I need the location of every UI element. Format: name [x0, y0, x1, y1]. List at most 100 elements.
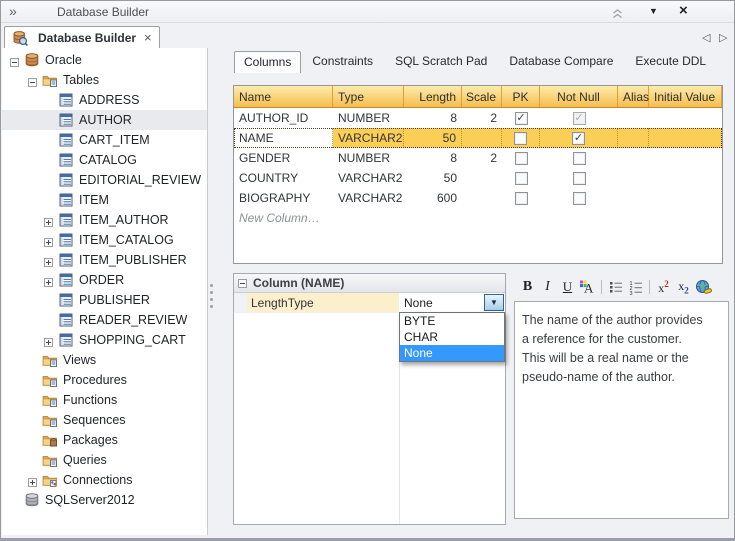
cell-name[interactable]: COUNTRY — [234, 168, 333, 188]
tab-close-icon[interactable]: × — [144, 30, 152, 45]
column-header-length[interactable]: Length — [404, 86, 462, 107]
tab-scroll-right-icon[interactable]: ▷ — [719, 31, 727, 44]
tree-item-tables[interactable]: Tables — [2, 70, 207, 90]
pk-checkbox[interactable] — [515, 192, 528, 205]
table-row-country[interactable]: COUNTRYVARCHAR250 — [234, 168, 722, 188]
close-icon[interactable]: × — [679, 2, 688, 19]
tree-item-shopping-cart[interactable]: SHOPPING_CART — [2, 330, 207, 350]
tab-database-builder[interactable]: Database Builder × — [4, 26, 160, 48]
tree-item-queries[interactable]: Queries — [2, 450, 207, 470]
plus-expander-icon[interactable] — [44, 236, 53, 245]
cell-initial-value[interactable] — [649, 168, 722, 188]
pk-checkbox[interactable]: ✓ — [515, 112, 528, 125]
cell-alias[interactable] — [618, 128, 649, 148]
tab-scroll-left-icon[interactable]: ◁ — [702, 31, 710, 44]
tree-item-catalog[interactable]: CATALOG — [2, 150, 207, 170]
font-color-icon[interactable]: A — [578, 278, 597, 297]
new-column-label[interactable]: New Column… — [234, 208, 434, 228]
subscript-icon[interactable]: x2 — [674, 278, 693, 297]
tree-item-order[interactable]: ORDER — [2, 270, 207, 290]
cell-scale[interactable]: 2 — [462, 108, 502, 128]
plus-expander-icon[interactable] — [44, 216, 53, 225]
cell-name[interactable]: BIOGRAPHY — [234, 188, 333, 208]
tab-columns[interactable]: Columns — [234, 51, 301, 73]
hyperlink-icon[interactable] — [694, 278, 713, 297]
cell-length[interactable]: 600 — [404, 188, 462, 208]
cell-pk[interactable] — [502, 128, 540, 148]
cell-pk[interactable] — [502, 148, 540, 168]
pane-splitter[interactable] — [210, 284, 213, 312]
cell-not-null[interactable] — [540, 168, 618, 188]
tree-item-author[interactable]: AUTHOR — [2, 110, 207, 130]
dropdown-option-byte[interactable]: BYTE — [400, 313, 504, 329]
cell-not-null[interactable]: ✓ — [540, 108, 618, 128]
column-header-initial-value[interactable]: Initial Value — [649, 86, 722, 107]
plus-expander-icon[interactable] — [44, 256, 53, 265]
tree-item-functions[interactable]: Functions — [2, 390, 207, 410]
tab-sql-scratch-pad[interactable]: SQL Scratch Pad — [384, 51, 498, 73]
cell-length[interactable]: 8 — [404, 108, 462, 128]
property-group-header[interactable]: Column (NAME) — [234, 274, 505, 293]
cell-type[interactable]: VARCHAR2 — [333, 128, 404, 148]
cell-initial-value[interactable] — [649, 108, 722, 128]
pk-checkbox[interactable] — [514, 132, 527, 145]
cell-scale[interactable]: 2 — [462, 148, 502, 168]
minus-expander-icon[interactable] — [10, 56, 19, 65]
plus-expander-icon[interactable] — [28, 476, 37, 485]
cell-scale[interactable] — [462, 168, 502, 188]
cell-initial-value[interactable] — [649, 128, 722, 148]
cell-name[interactable]: AUTHOR_ID — [234, 108, 333, 128]
cell-length[interactable]: 8 — [404, 148, 462, 168]
tree-item-publisher[interactable]: PUBLISHER — [2, 290, 207, 310]
table-row-author-id[interactable]: AUTHOR_IDNUMBER82 ✓ ✓ — [234, 108, 722, 128]
tree-item-item-author[interactable]: ITEM_AUTHOR — [2, 210, 207, 230]
cell-pk[interactable]: ✓ — [502, 108, 540, 128]
cell-initial-value[interactable] — [649, 188, 722, 208]
tree-item-cart-item[interactable]: CART_ITEM — [2, 130, 207, 150]
tree-item-connections[interactable]: Connections — [2, 470, 207, 490]
pk-checkbox[interactable] — [515, 152, 528, 165]
dropdown-option-none[interactable]: None — [400, 345, 504, 361]
property-name[interactable]: LengthType — [247, 293, 399, 312]
tree-item-views[interactable]: Views — [2, 350, 207, 370]
bullet-list-icon[interactable] — [606, 278, 625, 297]
superscript-icon[interactable]: x2 — [654, 278, 673, 297]
cell-alias[interactable] — [618, 168, 649, 188]
tree-item-sequences[interactable]: Sequences — [2, 410, 207, 430]
column-header-alias[interactable]: Alias — [618, 86, 649, 107]
not-null-checkbox[interactable]: ✓ — [572, 132, 585, 145]
cell-name[interactable]: GENDER — [234, 148, 333, 168]
dropdown-arrow-icon[interactable]: ▼ — [484, 294, 504, 311]
tab-execute-ddl[interactable]: Execute DDL — [624, 51, 717, 73]
tree-item-packages[interactable]: Packages — [2, 430, 207, 450]
cell-scale[interactable] — [462, 188, 502, 208]
window-menu-dropdown-icon[interactable]: ▼ — [649, 6, 658, 16]
auto-hide-pin-icon[interactable] — [611, 6, 624, 24]
expand-chevrons-icon[interactable]: » — [9, 3, 17, 19]
table-row-name[interactable]: NAMEVARCHAR250✓ — [234, 128, 722, 148]
cell-pk[interactable] — [502, 188, 540, 208]
tab-database-compare[interactable]: Database Compare — [498, 51, 624, 73]
tab-constraints[interactable]: Constraints — [301, 51, 384, 73]
column-header-name[interactable]: Name — [234, 86, 333, 107]
notes-text[interactable]: The name of the author provides a refere… — [514, 301, 729, 519]
cell-not-null[interactable]: ✓ — [540, 128, 618, 148]
tree-item-sqlserver2012[interactable]: SQLServer2012 — [2, 490, 207, 510]
tree-item-address[interactable]: ADDRESS — [2, 90, 207, 110]
column-header-scale[interactable]: Scale — [462, 86, 502, 107]
tree-item-procedures[interactable]: Procedures — [2, 370, 207, 390]
cell-length[interactable]: 50 — [404, 128, 462, 148]
collapse-minus-icon[interactable] — [238, 279, 247, 288]
not-null-checkbox[interactable] — [573, 152, 586, 165]
tree-item-item-catalog[interactable]: ITEM_CATALOG — [2, 230, 207, 250]
tree-item-oracle[interactable]: Oracle — [2, 50, 207, 70]
cell-not-null[interactable] — [540, 188, 618, 208]
column-header-pk[interactable]: PK — [502, 86, 540, 107]
tree-item-item[interactable]: ITEM — [2, 190, 207, 210]
italic-icon[interactable]: I — [538, 278, 557, 297]
minus-expander-icon[interactable] — [28, 76, 37, 85]
cell-alias[interactable] — [618, 188, 649, 208]
cell-type[interactable]: NUMBER — [333, 108, 404, 128]
plus-expander-icon[interactable] — [44, 336, 53, 345]
cell-scale[interactable] — [462, 128, 502, 148]
